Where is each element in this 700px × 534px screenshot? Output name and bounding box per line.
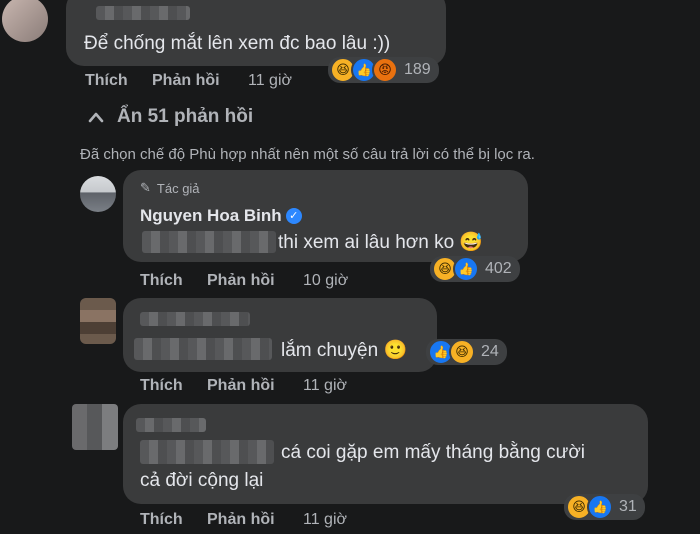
author-badge-label: Tác giả — [156, 181, 200, 196]
avatar[interactable] — [72, 404, 118, 450]
reaction-summary[interactable]: 👍 😆 24 — [426, 339, 507, 365]
reaction-summary[interactable]: 😆 👍 31 — [564, 494, 645, 520]
reaction-count: 402 — [485, 260, 512, 277]
author-name-label: Nguyen Hoa Binh — [140, 206, 282, 225]
like-reaction-icon: 👍 — [587, 494, 613, 520]
reply-text-line1: cá coi gặp em mấy tháng bằng cười — [281, 442, 586, 463]
reply-button[interactable]: Phản hồi — [207, 272, 275, 290]
author-name-redacted[interactable] — [140, 312, 250, 326]
hide-replies-button[interactable]: Ẩn 51 phản hồi — [88, 104, 253, 130]
avatar[interactable] — [2, 0, 48, 42]
reaction-count: 189 — [404, 61, 431, 78]
filter-notice: Đã chọn chế độ Phù hợp nhất nên một số c… — [80, 146, 535, 163]
like-button[interactable]: Thích — [140, 511, 183, 529]
mention-redacted[interactable] — [134, 338, 272, 360]
mention-redacted[interactable] — [142, 231, 276, 253]
hide-replies-label: Ẩn 51 phản hồi — [117, 106, 254, 127]
reply-text: thi xem ai lâu hơn ko 😅 — [278, 232, 484, 253]
author-badge: ✎ Tác giả — [140, 181, 200, 196]
pen-icon: ✎ — [140, 181, 151, 196]
like-button[interactable]: Thích — [140, 377, 183, 395]
reaction-summary[interactable]: 😆 👍 402 — [430, 256, 520, 282]
reaction-count: 24 — [481, 343, 499, 360]
timestamp[interactable]: 11 giờ — [303, 511, 347, 529]
like-reaction-icon: 👍 — [453, 256, 479, 282]
comment-text: Để chống mắt lên xem đc bao lâu :)) — [84, 33, 391, 54]
reply-text-line2: cả đời cộng lại — [140, 470, 264, 491]
author-name-redacted[interactable] — [136, 418, 206, 432]
avatar[interactable] — [80, 298, 116, 344]
timestamp[interactable]: 11 giờ — [303, 377, 347, 395]
angry-reaction-icon: 😡 — [372, 57, 398, 83]
haha-reaction-icon: 😆 — [449, 339, 475, 365]
chevron-up-icon — [88, 112, 104, 123]
author-name[interactable]: Nguyen Hoa Binh ✓ — [140, 206, 302, 226]
reply-button[interactable]: Phản hồi — [207, 377, 275, 395]
like-button[interactable]: Thích — [140, 272, 183, 290]
verified-badge-icon: ✓ — [285, 207, 302, 224]
reaction-summary[interactable]: 😆 👍 😡 189 — [328, 57, 439, 83]
reply-text: lắm chuyện 🙂 — [281, 340, 408, 361]
mention-redacted[interactable] — [140, 440, 274, 464]
timestamp[interactable]: 11 giờ — [248, 72, 292, 90]
reply-button[interactable]: Phản hồi — [152, 72, 220, 90]
avatar[interactable] — [80, 176, 116, 212]
timestamp[interactable]: 10 giờ — [303, 272, 348, 290]
reaction-count: 31 — [619, 498, 637, 515]
reply-button[interactable]: Phản hồi — [207, 511, 275, 529]
like-button[interactable]: Thích — [85, 72, 128, 90]
author-name-redacted — [96, 6, 190, 20]
